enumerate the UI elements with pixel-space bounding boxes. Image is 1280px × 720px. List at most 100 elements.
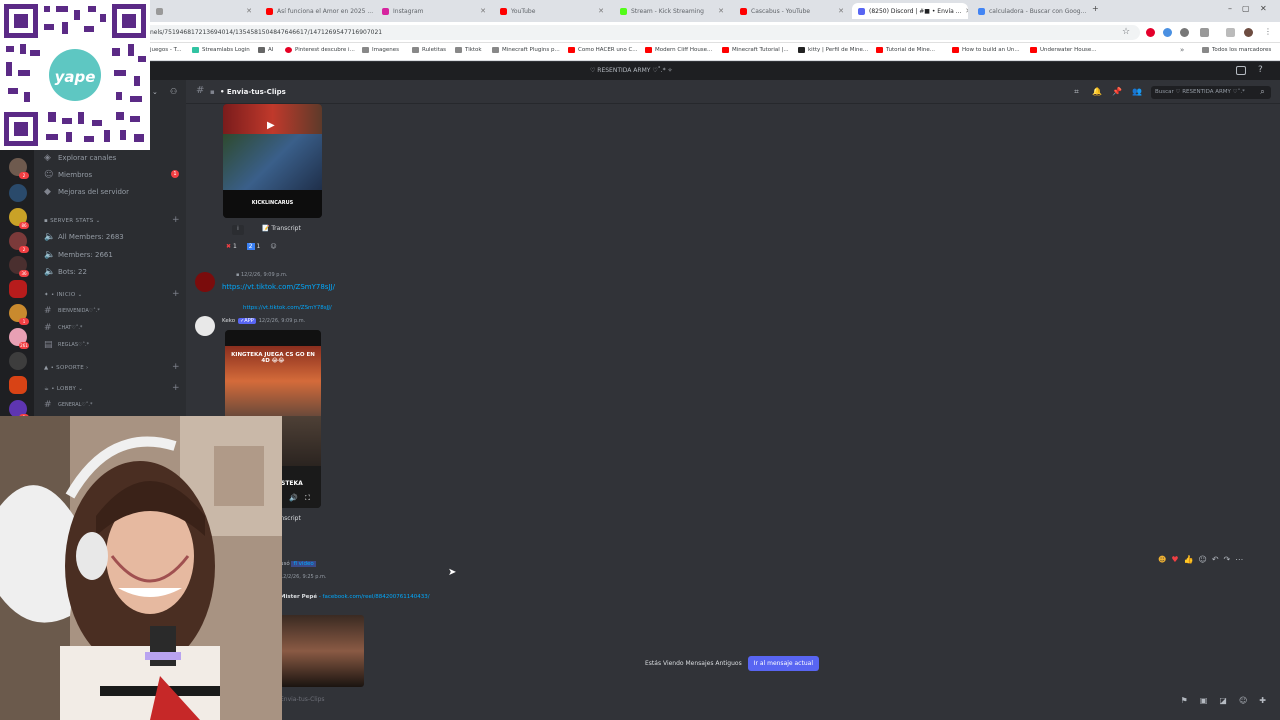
- browser-tab-6[interactable]: (8250) Discord | #■ • Envía ...✕: [852, 3, 968, 19]
- author-name[interactable]: Keko: [222, 318, 235, 324]
- bookmark-item[interactable]: How to build an Un...: [952, 47, 1020, 53]
- new-tab-icon[interactable]: +: [1092, 4, 1099, 13]
- bell-icon[interactable]: 🔔: [1092, 87, 1102, 96]
- sidebar-item-members[interactable]: ☺ Miembros: [44, 170, 92, 180]
- bookmark-item[interactable]: juegos - T...: [150, 47, 182, 53]
- close-tab-icon[interactable]: ✕: [480, 7, 486, 15]
- more-bookmarks-icon[interactable]: »: [1180, 46, 1184, 54]
- bookmark-item[interactable]: Ruletitas: [412, 47, 446, 53]
- heart-icon[interactable]: ♥: [1171, 555, 1178, 564]
- transcript-button[interactable]: 📝 Transcript: [262, 225, 301, 232]
- extension-icon[interactable]: [1163, 28, 1172, 37]
- thumbs-up-icon[interactable]: 👍: [1184, 555, 1194, 564]
- member-list-icon[interactable]: 👥: [1132, 87, 1142, 96]
- bookmark-item[interactable]: AI: [258, 47, 273, 53]
- puzzle-icon[interactable]: [1200, 28, 1209, 37]
- bookmark-item[interactable]: Underwater House...: [1030, 47, 1097, 53]
- add-channel-icon[interactable]: +: [172, 362, 180, 372]
- sidebar-icon[interactable]: [1226, 28, 1235, 37]
- category-soporte[interactable]: ▲ • SOPORTE ›: [44, 365, 89, 371]
- sidebar-item-explore[interactable]: ◈ Explorar canales: [44, 153, 116, 163]
- search-input[interactable]: Buscar ♡ RESENTIDA ARMY ♡˚.*: [1151, 86, 1271, 99]
- avatar[interactable]: [195, 272, 215, 292]
- jump-to-present-button[interactable]: Ir al mensaje actual: [747, 655, 819, 671]
- browser-tab-3[interactable]: YouTube ✕: [494, 3, 610, 19]
- add-channel-icon[interactable]: +: [172, 383, 180, 393]
- opera-icon[interactable]: [1146, 28, 1155, 37]
- close-tab-icon[interactable]: ✕: [598, 7, 604, 15]
- close-tab-icon[interactable]: ✕: [965, 7, 968, 15]
- sticker-icon[interactable]: ◪: [1219, 696, 1227, 705]
- reaction-2[interactable]: 2 1: [246, 243, 260, 250]
- extension-icon[interactable]: [1180, 28, 1189, 37]
- browser-tab-0[interactable]: ✕: [150, 3, 258, 19]
- server-icon[interactable]: [9, 280, 27, 298]
- channel-chat[interactable]: # CHAT♡˚.*: [44, 323, 82, 333]
- category-lobby[interactable]: ☕ • LOBBY ⌄: [44, 386, 83, 392]
- bookmark-item[interactable]: Imagenes: [362, 47, 399, 53]
- category-server-stats[interactable]: ▪ SERVER STATS ⌄: [44, 218, 101, 224]
- bookmark-star-icon[interactable]: ☆: [1122, 27, 1130, 37]
- reply-link[interactable]: https://vt.tiktok.com/ZSmY78sJJ/: [243, 305, 332, 311]
- sidebar-item-boosts[interactable]: ◆ Mejoras del servidor: [44, 187, 129, 197]
- emoji-icon[interactable]: ☺: [1239, 696, 1247, 705]
- channel-bots[interactable]: 🔈 Bots: 22: [44, 267, 87, 277]
- help-icon[interactable]: ?: [1258, 65, 1263, 75]
- chevron-down-icon[interactable]: ⌄: [152, 88, 158, 96]
- embed-menu-icon[interactable]: ⁞: [232, 225, 244, 235]
- bookmark-item[interactable]: Minecraft Tutorial |...: [722, 47, 789, 53]
- server-icon[interactable]: [9, 376, 27, 394]
- inbox-icon[interactable]: [1236, 66, 1246, 75]
- message-link[interactable]: https://vt.tiktok.com/ZSmY78sJJ/: [222, 283, 335, 291]
- threads-icon[interactable]: ⌗: [1072, 87, 1081, 96]
- reply-icon[interactable]: ↶: [1212, 555, 1219, 564]
- channel-members[interactable]: 🔈 Members: 2661: [44, 250, 113, 260]
- emoji-reaction-icon[interactable]: ☻: [1158, 555, 1166, 564]
- video-thumbnail[interactable]: KICKLINCARUS ▶: [223, 104, 322, 218]
- pin-icon[interactable]: 📌: [1112, 87, 1122, 96]
- browser-tab-5[interactable]: Cascabus - YouTube ✕: [734, 3, 850, 19]
- browser-tab-1[interactable]: Así funciona el Amor en 2025 ...✕: [260, 3, 374, 19]
- bookmark-item[interactable]: Modern Cliff House...: [645, 47, 712, 53]
- browser-tab-7[interactable]: calculadora - Buscar con Goog...✕: [972, 3, 1088, 19]
- fullscreen-icon[interactable]: ⛶: [305, 494, 310, 503]
- apps-icon[interactable]: ✚: [1259, 696, 1266, 705]
- url-input[interactable]: nels/751946817213694014/1354581504847646…: [140, 25, 1140, 40]
- embed-link[interactable]: - facebook.com/reel/884200761140433/: [319, 594, 430, 600]
- profile-avatar[interactable]: [1244, 28, 1253, 37]
- add-channel-icon[interactable]: +: [172, 215, 180, 225]
- bookmark-item[interactable]: Como HACER uno C...: [568, 47, 638, 53]
- volume-icon[interactable]: 🔊: [289, 494, 298, 502]
- minimize-icon[interactable]: –: [1228, 4, 1232, 13]
- bookmark-item[interactable]: Tutorial de Mine...: [876, 47, 935, 53]
- add-channel-icon[interactable]: +: [172, 289, 180, 299]
- maximize-icon[interactable]: ▢: [1242, 4, 1250, 13]
- add-reaction-icon[interactable]: ☺: [1198, 555, 1206, 564]
- server-icon[interactable]: [9, 184, 27, 202]
- avatar[interactable]: [195, 316, 215, 336]
- reaction-x[interactable]: ✖ 1: [226, 243, 237, 250]
- browser-tab-2[interactable]: Instagram ✕: [376, 3, 492, 19]
- add-member-icon[interactable]: ⚇: [170, 87, 177, 96]
- category-inicio[interactable]: ✦ • INICIO ⌄: [44, 292, 82, 298]
- bookmark-item[interactable]: Minecraft Plugins p...: [492, 47, 560, 53]
- bookmark-item[interactable]: Pinterest descubre i...: [285, 47, 355, 53]
- channel-general[interactable]: # GENERAL♡˚.*: [44, 400, 92, 410]
- close-tab-icon[interactable]: ✕: [718, 7, 724, 15]
- server-icon[interactable]: [9, 352, 27, 370]
- bookmark-item[interactable]: kitty | Perfil de Mine...: [798, 47, 868, 53]
- channel-bienvenida[interactable]: # BIENVENIDA♡˚.*: [44, 306, 100, 316]
- gift-icon[interactable]: ⚑: [1181, 696, 1188, 705]
- bookmark-item[interactable]: Tiktok: [455, 47, 482, 53]
- channel-all-members[interactable]: 🔈 All Members: 2683: [44, 232, 124, 242]
- gif-icon[interactable]: ▣: [1200, 696, 1208, 705]
- play-icon[interactable]: ▶: [267, 120, 275, 131]
- forward-icon[interactable]: ↷: [1224, 555, 1231, 564]
- more-icon[interactable]: ⋯: [1235, 555, 1243, 564]
- embed-image[interactable]: [280, 615, 364, 687]
- bookmark-item[interactable]: Streamlabs Login: [192, 47, 250, 53]
- bookmark-item[interactable]: Todos los marcadores: [1202, 47, 1271, 53]
- search-icon[interactable]: ⌕: [1258, 87, 1267, 96]
- close-tab-icon[interactable]: ✕: [246, 7, 252, 15]
- channel-reglas[interactable]: ▤ REGLAS♡˚.*: [44, 340, 89, 350]
